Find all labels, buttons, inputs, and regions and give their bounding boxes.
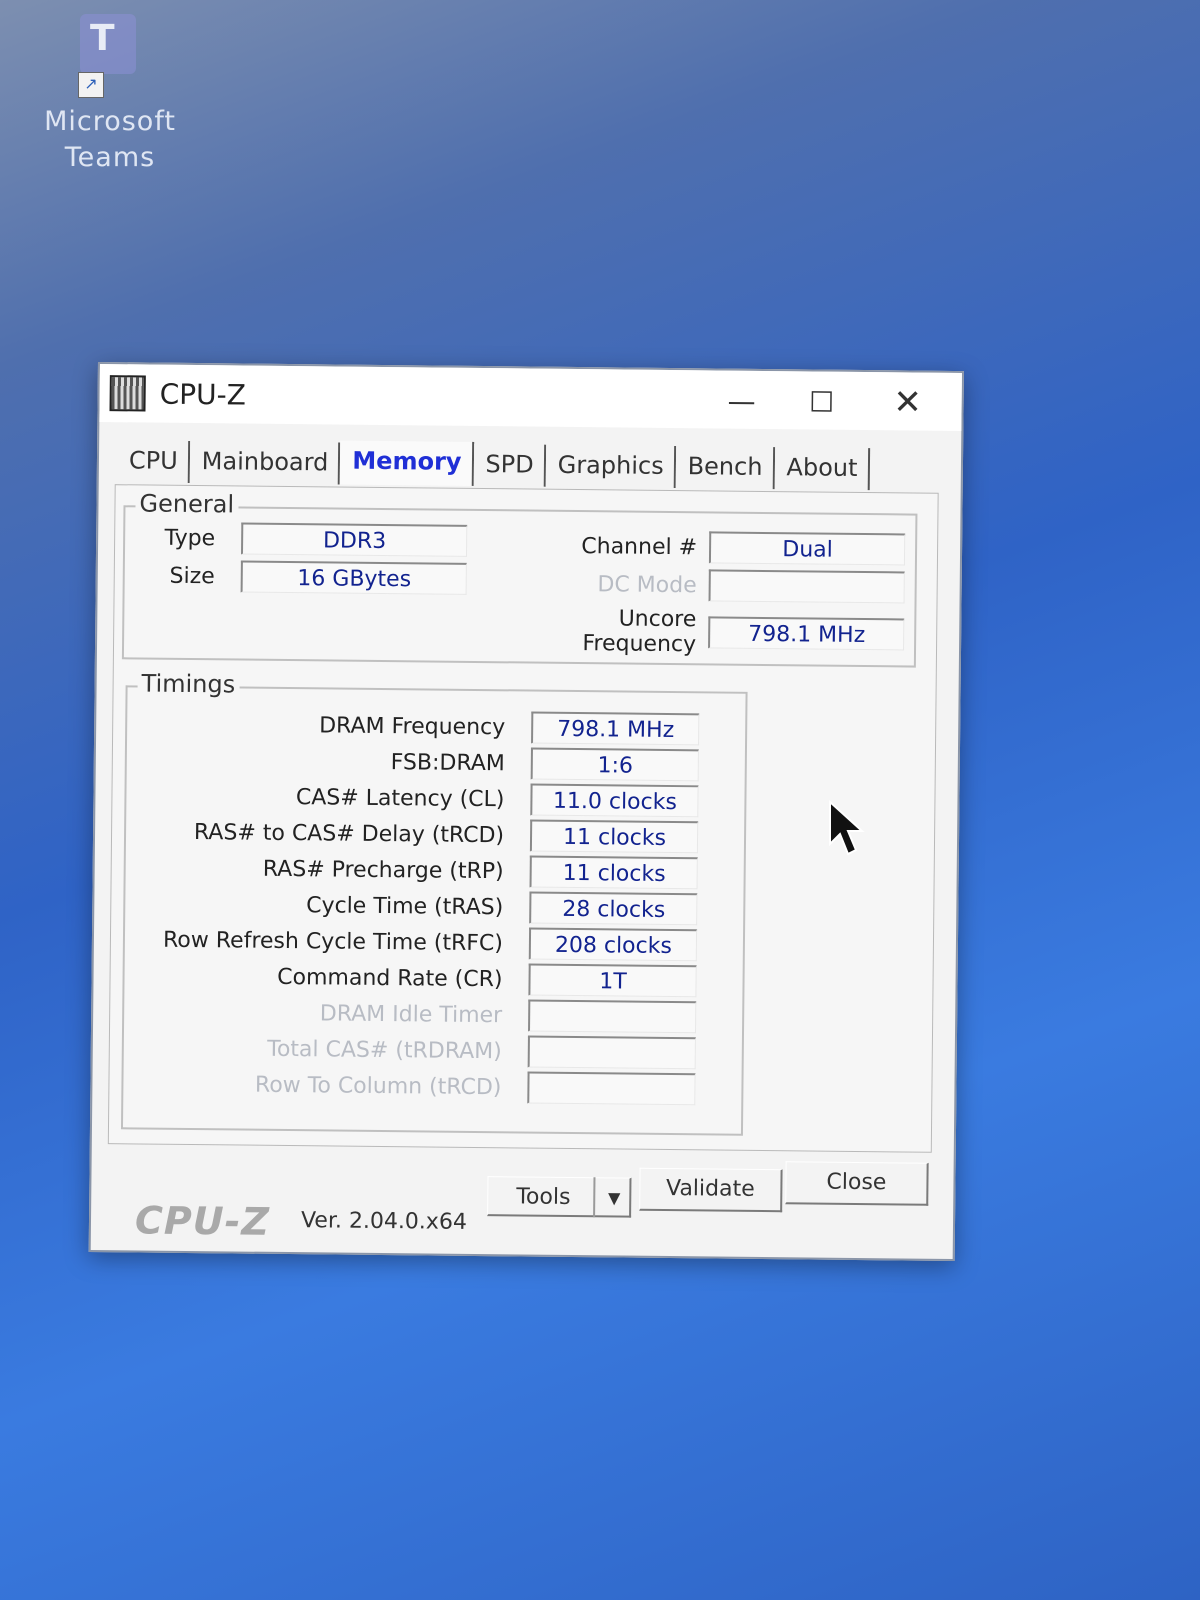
- timing-row: Row To Column (tRCD): [133, 1067, 696, 1106]
- dram-idle-timer-label: DRAM Idle Timer: [319, 1000, 503, 1028]
- cas-latency-label: CAS# Latency (CL): [295, 784, 505, 812]
- ras-precharge-value: 11 clocks: [529, 855, 698, 890]
- size-label: Size: [169, 563, 215, 589]
- tab-graphics[interactable]: Graphics: [545, 444, 676, 489]
- dcmode-value: [708, 569, 905, 604]
- tab-bench[interactable]: Bench: [675, 446, 775, 490]
- timings-group: Timings DRAM Frequency 798.1 MHz FSB:DRA…: [120, 669, 748, 1136]
- ras-to-cas-value: 11 clocks: [529, 819, 699, 854]
- total-cas-value: [527, 1035, 696, 1070]
- channel-label: Channel #: [581, 533, 698, 560]
- desktop-icon-label-line2: Teams: [64, 142, 156, 173]
- mouse-pointer-icon: [829, 800, 865, 856]
- type-value: DDR3: [240, 522, 468, 557]
- title-bar[interactable]: CPU-Z — ☐ ✕: [99, 364, 962, 432]
- row-refresh-label: Row Refresh Cycle Time (tRFC): [162, 927, 504, 956]
- general-group: General Type DDR3 Size 16 GBytes Channel…: [121, 489, 918, 668]
- total-cas-label: Total CAS# (tRDRAM): [267, 1036, 502, 1064]
- uncore-value: 798.1 MHz: [708, 616, 905, 651]
- command-rate-value: 1T: [528, 963, 697, 998]
- general-group-label: General: [135, 489, 239, 519]
- size-value: 16 GBytes: [240, 560, 467, 595]
- dcmode-label: DC Mode: [597, 571, 697, 598]
- timing-row: DRAM Frequency 798.1 MHz: [137, 707, 700, 746]
- timing-row: RAS# Precharge (tRP) 11 clocks: [136, 851, 698, 890]
- timing-row: CAS# Latency (CL) 11.0 clocks: [136, 779, 699, 818]
- window-close-button[interactable]: ✕: [877, 380, 937, 425]
- timing-row: DRAM Idle Timer: [134, 995, 697, 1034]
- minimize-button[interactable]: —: [711, 378, 771, 423]
- dram-frequency-value: 798.1 MHz: [531, 711, 700, 746]
- validate-button[interactable]: Validate: [639, 1167, 783, 1213]
- chevron-down-icon[interactable]: ▼: [593, 1177, 634, 1218]
- type-row: Type DDR3: [135, 521, 468, 557]
- timing-row: Command Rate (CR) 1T: [134, 959, 697, 998]
- uncore-row: Uncore Frequency 798.1 MHz: [504, 605, 905, 659]
- cas-latency-value: 11.0 clocks: [530, 783, 699, 818]
- row-refresh-value: 208 clocks: [528, 927, 698, 962]
- tab-memory[interactable]: Memory: [340, 440, 474, 486]
- cycle-time-value: 28 clocks: [529, 891, 698, 926]
- row-to-column-value: [527, 1071, 696, 1106]
- version-label: Ver. 2.04.0.x64: [300, 1208, 468, 1235]
- window-title: CPU-Z: [159, 377, 247, 412]
- cycle-time-label: Cycle Time (tRAS): [306, 892, 504, 920]
- teams-icon: T ↗: [70, 10, 150, 100]
- maximize-button[interactable]: ☐: [791, 379, 851, 424]
- timing-row: Cycle Time (tRAS) 28 clocks: [135, 887, 698, 926]
- teams-letter: T: [90, 18, 115, 59]
- tab-mainboard[interactable]: Mainboard: [189, 440, 341, 485]
- timing-row: FSB:DRAM 1:6: [137, 743, 699, 782]
- desktop-icon-label-line1: Microsoft: [44, 106, 176, 137]
- shortcut-arrow-icon: ↗: [78, 72, 104, 98]
- cpuz-brand-logo: CPU-Z: [134, 1198, 271, 1244]
- fsb-dram-value: 1:6: [530, 747, 699, 782]
- cpuz-app-icon[interactable]: [109, 375, 146, 412]
- uncore-label: Uncore Frequency: [582, 606, 697, 658]
- tab-about[interactable]: About: [774, 447, 870, 491]
- dcmode-row: DC Mode: [505, 567, 905, 604]
- ras-precharge-label: RAS# Precharge (tRP): [262, 856, 504, 884]
- type-label: Type: [164, 525, 216, 551]
- timings-group-label: Timings: [137, 669, 240, 699]
- footer-bar: CPU-Z Ver. 2.04.0.x64 Tools ▼ Validate C…: [91, 1144, 950, 1257]
- tab-bar: CPU Mainboard Memory SPD Graphics Bench …: [116, 438, 870, 491]
- row-to-column-label: Row To Column (tRCD): [254, 1072, 502, 1100]
- timing-row: Row Refresh Cycle Time (tRFC) 208 clocks: [135, 923, 698, 962]
- timing-row: RAS# to CAS# Delay (tRCD) 11 clocks: [136, 815, 699, 854]
- fsb-dram-label: FSB:DRAM: [390, 749, 505, 776]
- timing-row: Total CAS# (tRDRAM): [134, 1031, 696, 1070]
- command-rate-label: Command Rate (CR): [277, 964, 503, 992]
- channel-value: Dual: [708, 531, 906, 566]
- close-button[interactable]: Close: [785, 1161, 929, 1206]
- memory-panel: General Type DDR3 Size 16 GBytes Channel…: [107, 484, 939, 1153]
- dram-frequency-label: DRAM Frequency: [319, 712, 506, 740]
- tab-cpu[interactable]: CPU: [116, 440, 190, 483]
- size-row: Size 16 GBytes: [135, 559, 467, 595]
- dram-idle-timer-value: [528, 999, 697, 1034]
- tab-spd[interactable]: SPD: [473, 443, 546, 487]
- desktop-icon-microsoft-teams[interactable]: T ↗ Microsoft Teams: [40, 10, 180, 176]
- channel-row: Channel # Dual: [505, 529, 906, 566]
- ras-to-cas-label: RAS# to CAS# Delay (tRCD): [193, 819, 505, 848]
